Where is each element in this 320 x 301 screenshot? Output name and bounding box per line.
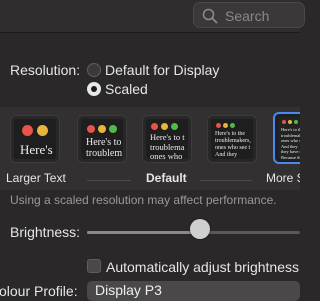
minimize-dot-icon [288, 120, 292, 124]
toolbar: Search [0, 0, 305, 33]
zoom-dot-icon [109, 125, 117, 133]
search-placeholder: Search [225, 8, 270, 24]
scaling-options: Here's Here's to troublem Here's to t tr… [0, 107, 300, 190]
minimize-dot-icon [161, 123, 168, 130]
scale-option-2[interactable]: Here's to troublem [77, 115, 127, 163]
close-dot-icon [282, 120, 286, 124]
color-profile-popup[interactable]: Display P3 [87, 281, 300, 301]
scale-caption-more-space: More S [266, 171, 300, 185]
resolution-label: Resolution: [10, 62, 81, 78]
minimize-dot-icon [37, 125, 48, 136]
brightness-slider-knob[interactable] [189, 219, 210, 239]
close-dot-icon [216, 123, 221, 128]
scale-option-sample-text: Here's to the troublemakers, the ones wh… [281, 127, 300, 159]
auto-brightness-label[interactable]: Automatically adjust brightness [106, 259, 299, 275]
minimize-dot-icon [98, 125, 106, 133]
scale-caption-default: Default [146, 171, 187, 185]
zoom-dot-icon [294, 120, 298, 124]
scale-option-sample-text: Here's [20, 143, 53, 157]
performance-note: Using a scaled resolution may affect per… [10, 193, 277, 207]
color-profile-value: Display P3 [95, 282, 162, 298]
scale-option-sample-text: Here's to troublem [86, 137, 123, 159]
scale-option-more-space[interactable]: Here's to the troublemakers, the ones wh… [273, 112, 300, 164]
brightness-label: Brightness: [10, 224, 81, 240]
brightness-slider-fill [87, 231, 200, 234]
zoom-dot-icon [171, 123, 178, 130]
scale-divider [87, 180, 131, 181]
radio-scaled[interactable] [87, 82, 101, 96]
scale-option-4[interactable]: Here's to the troublemakers, ones who se… [207, 115, 257, 163]
scale-option-larger-text[interactable]: Here's [10, 115, 60, 163]
search-field[interactable]: Search [193, 2, 305, 28]
radio-default-for-display[interactable] [87, 63, 101, 77]
scale-divider [200, 180, 252, 181]
search-icon [202, 8, 218, 24]
close-dot-icon [87, 125, 95, 133]
radio-default-for-display-label[interactable]: Default for Display [105, 62, 219, 78]
auto-brightness-checkbox[interactable] [87, 259, 101, 273]
radio-scaled-label[interactable]: Scaled [105, 81, 148, 97]
close-dot-icon [151, 123, 158, 130]
minimize-dot-icon [223, 123, 228, 128]
zoom-dot-icon [230, 123, 235, 128]
close-dot-icon [22, 125, 33, 136]
scale-caption-larger-text: Larger Text [6, 171, 66, 185]
scale-option-default[interactable]: Here's to t troublema ones who [142, 115, 192, 163]
color-profile-label: olour Profile: [0, 283, 78, 299]
scale-option-sample-text: Here's to the troublemakers, ones who se… [215, 131, 251, 158]
scale-option-sample-text: Here's to t troublema ones who [150, 133, 185, 159]
